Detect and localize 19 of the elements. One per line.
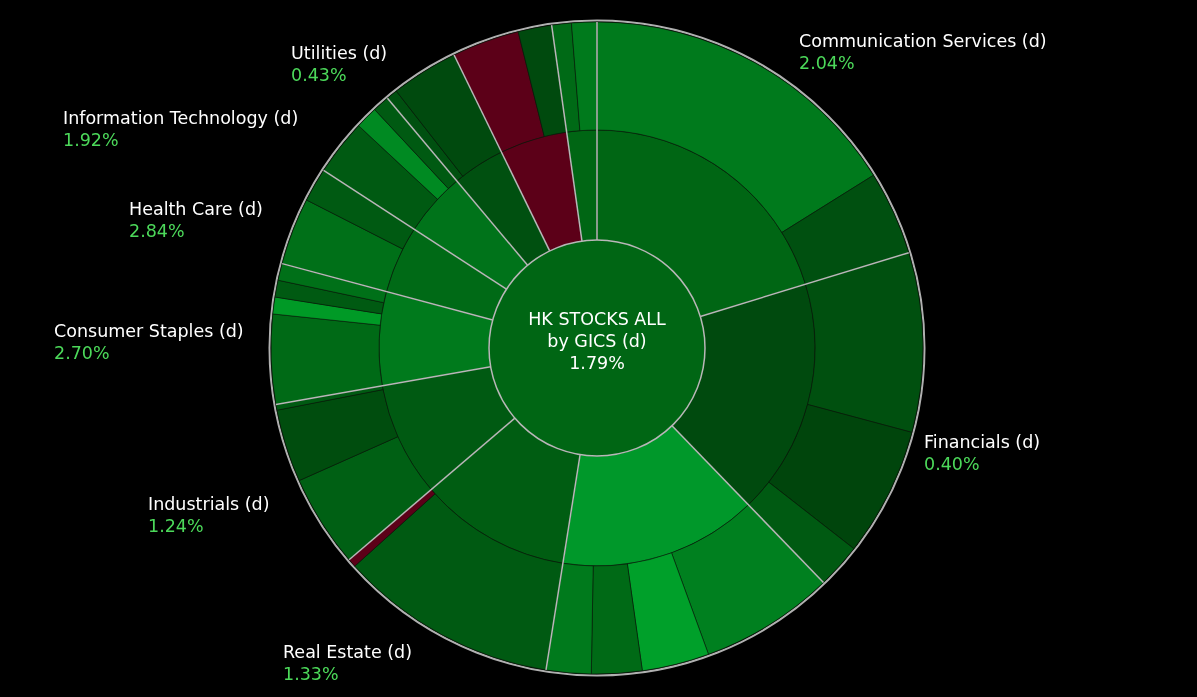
sector-label: Health Care (d) (129, 198, 263, 220)
sector-change: 2.84% (129, 220, 186, 242)
sector-label: Utilities (d) (291, 42, 388, 64)
sector-change: 0.43% (291, 64, 348, 86)
sector-change: 0.40% (924, 453, 981, 475)
sector-label: Industrials (d) (148, 493, 270, 515)
sector-label: Information Technology (d) (63, 107, 299, 129)
sector-change: 1.33% (283, 663, 340, 685)
sector-change: 1.92% (63, 129, 120, 151)
sector-label: Communication Services (d) (799, 30, 1047, 52)
total-change: 1.79% (568, 352, 626, 374)
sector-label: Real Estate (d) (283, 641, 412, 663)
sector-change: 2.04% (799, 52, 856, 74)
sector-label: Financials (d) (924, 431, 1041, 453)
sector-change: 2.70% (54, 342, 111, 364)
sector-label: Consumer Staples (d) (54, 320, 244, 342)
chart-subtitle: by GICS (d) (546, 330, 648, 352)
chart-title: HK STOCKS ALL (527, 308, 667, 330)
sector-change: 1.24% (148, 515, 205, 537)
